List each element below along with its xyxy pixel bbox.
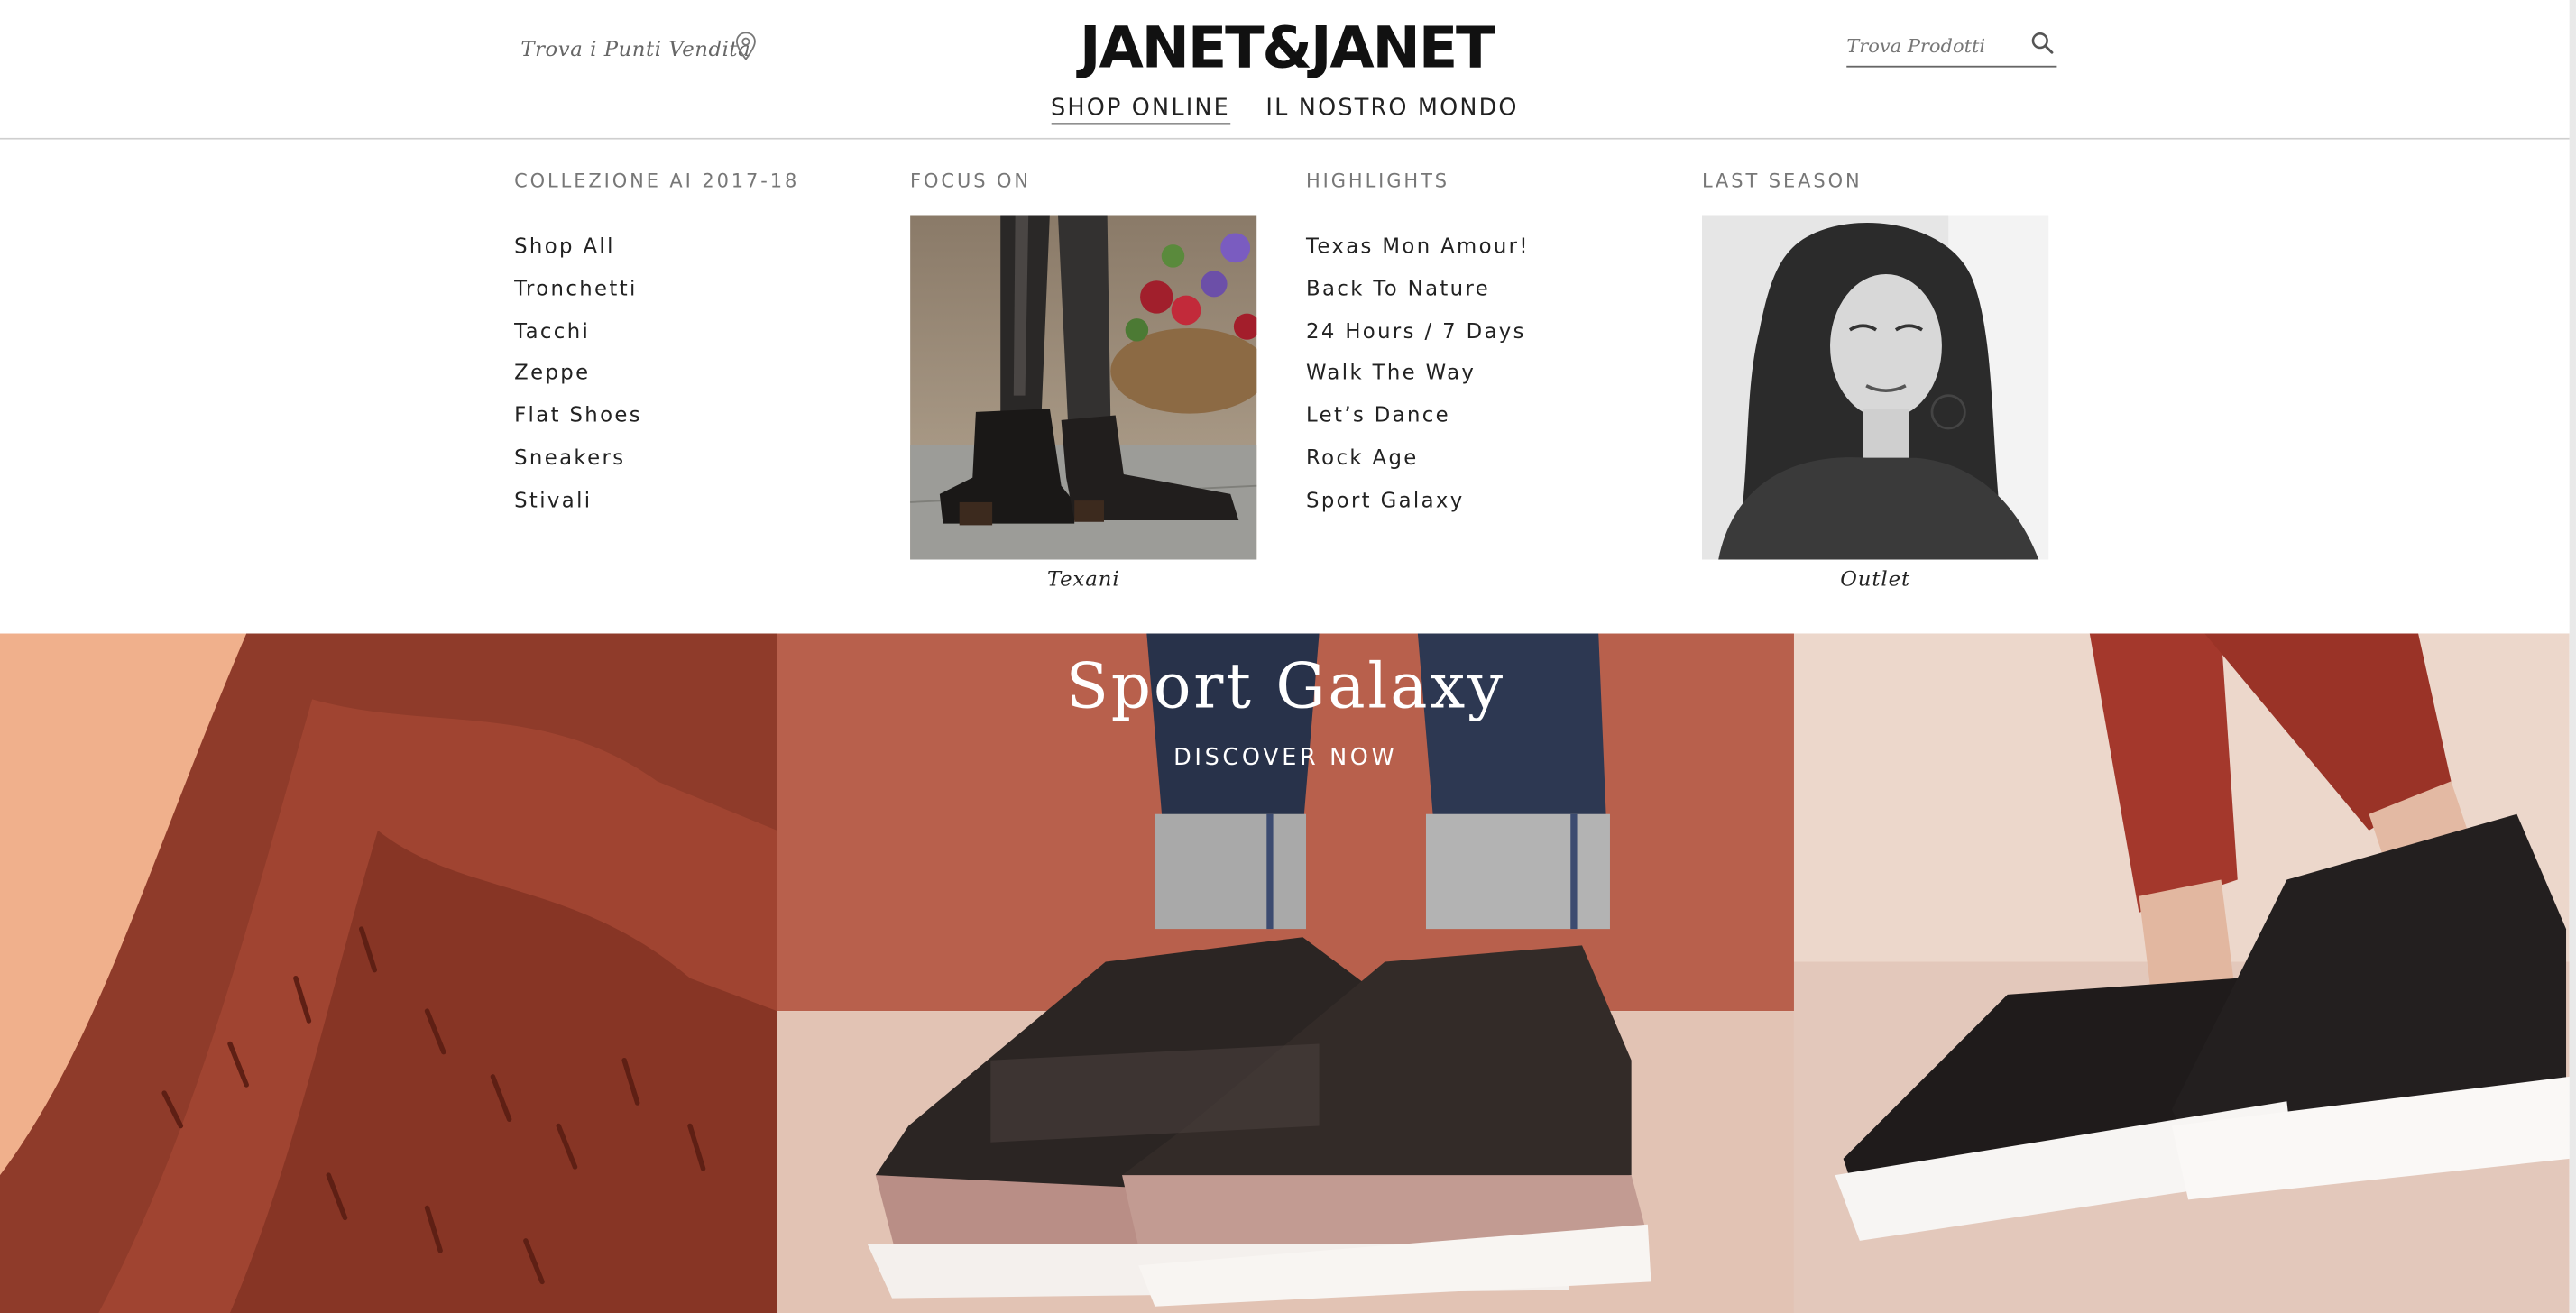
store-locator-link[interactable]: Trova i Punti Vendita	[520, 36, 750, 60]
page: Trova i Punti Vendita JANET&JANET SHOP O…	[0, 0, 2576, 1313]
menu-item-zeppe[interactable]: Zeppe	[514, 352, 642, 394]
collection-title: COLLEZIONE AI 2017-18	[514, 169, 800, 192]
menu-item-flat-shoes[interactable]: Flat Shoes	[514, 394, 642, 436]
menu-item-stivali[interactable]: Stivali	[514, 479, 642, 521]
menu-item-shop-all[interactable]: Shop All	[514, 225, 642, 267]
menu-item-24-hours[interactable]: 24 Hours / 7 Days	[1306, 309, 1530, 352]
menu-item-tronchetti[interactable]: Tronchetti	[514, 267, 642, 309]
hero-banner: Sport Galaxy DISCOVER NOW	[0, 633, 2570, 1313]
brand-logo[interactable]: JANET&JANET	[1056, 14, 1516, 86]
nav-shop-online[interactable]: SHOP ONLINE	[1050, 96, 1230, 125]
highlights-list: Texas Mon Amour! Back To Nature 24 Hours…	[1306, 225, 1530, 521]
menu-item-walk-the-way[interactable]: Walk The Way	[1306, 352, 1530, 394]
menu-item-lets-dance[interactable]: Let’s Dance	[1306, 394, 1530, 436]
hero-center-image[interactable]	[777, 633, 1794, 1313]
hero-title[interactable]: Sport Galaxy	[777, 647, 1794, 725]
main-nav: SHOP ONLINE IL NOSTRO MONDO	[0, 96, 2570, 125]
menu-item-back-to-nature[interactable]: Back To Nature	[1306, 267, 1530, 309]
hero-right-image[interactable]	[1793, 633, 2570, 1313]
menu-item-sneakers[interactable]: Sneakers	[514, 436, 642, 479]
search-input[interactable]	[1846, 29, 2018, 63]
map-pin-icon[interactable]	[734, 32, 757, 61]
highlights-title: HIGHLIGHTS	[1306, 169, 1449, 192]
menu-item-sport-galaxy[interactable]: Sport Galaxy	[1306, 479, 1530, 521]
menu-item-tacchi[interactable]: Tacchi	[514, 309, 642, 352]
mega-menu: COLLEZIONE AI 2017-18 Shop All Tronchett…	[0, 139, 2570, 634]
focus-image[interactable]	[910, 215, 1257, 560]
focus-title: FOCUS ON	[910, 169, 1031, 192]
scrollbar-gutter	[2569, 0, 2576, 1313]
menu-item-rock-age[interactable]: Rock Age	[1306, 436, 1530, 479]
site-header: Trova i Punti Vendita JANET&JANET SHOP O…	[0, 0, 2570, 140]
discover-now-link[interactable]: DISCOVER NOW	[777, 745, 1794, 771]
collection-list: Shop All Tronchetti Tacchi Zeppe Flat Sh…	[514, 225, 642, 521]
focus-caption[interactable]: Texani	[910, 566, 1256, 591]
menu-item-texas-mon-amour[interactable]: Texas Mon Amour!	[1306, 225, 1530, 267]
last-season-title: LAST SEASON	[1701, 169, 1863, 192]
search-icon[interactable]	[2030, 32, 2054, 54]
outlet-caption[interactable]: Outlet	[1702, 566, 2048, 591]
outlet-image[interactable]	[1701, 215, 2049, 560]
nav-il-nostro-mondo[interactable]: IL NOSTRO MONDO	[1265, 96, 1518, 124]
hero-left-image[interactable]	[0, 633, 777, 1313]
search-box	[1846, 26, 2057, 68]
